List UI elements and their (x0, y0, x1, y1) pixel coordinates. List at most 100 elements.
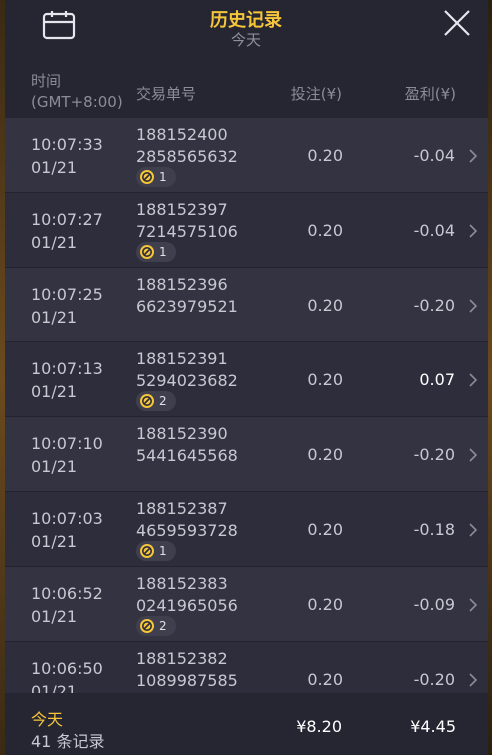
row-date-value: 01/21 (31, 681, 78, 693)
row-bet: 0.20 (307, 669, 343, 689)
row-time: 10:07:27 01/21 (31, 208, 103, 254)
row-order-line1: 188152387 (136, 498, 228, 518)
column-profit: 盈利(¥) (404, 85, 456, 103)
row-order-line2: 7214575106 (136, 221, 238, 241)
row-date-value: 01/21 (31, 307, 78, 327)
row-time-value: 10:07:27 (31, 209, 103, 229)
row-order-line2: 4659593728 (136, 520, 238, 540)
row-order-number: 188152387 4659593728 (136, 498, 238, 542)
row-date-value: 01/21 (31, 232, 78, 252)
row-time: 10:07:25 01/21 (31, 283, 103, 329)
row-order-number: 188152397 7214575106 (136, 199, 238, 243)
history-row[interactable]: 10:07:25 01/21 188152396 6623979521 0.20 -0.2… (0, 267, 492, 343)
column-order: 交易单号 (136, 85, 197, 103)
free-spin-badge: 1 (136, 167, 176, 187)
row-profit: -0.18 (413, 519, 455, 539)
row-date-value: 01/21 (31, 158, 78, 177)
row-bet: 0.20 (307, 445, 343, 465)
history-row[interactable]: 10:07:27 01/21 188152397 7214575106 1 0.20 -0.… (0, 192, 492, 268)
row-profit: -0.04 (413, 220, 455, 240)
row-time-value: 10:07:10 (31, 434, 103, 454)
row-order-number: 188152382 1089987585 (136, 648, 238, 692)
history-list[interactable]: 10:07:33 01/21 188152400 2858565632 1 0.20 -0.… (0, 118, 492, 693)
badge-count: 2 (159, 394, 167, 409)
row-order-line1: 188152383 (136, 573, 228, 593)
row-profit: -0.09 (413, 594, 455, 614)
history-row[interactable]: 10:07:10 01/21 188152390 5441645568 0.20 -0.2… (0, 417, 492, 492)
row-bet: 0.20 (307, 220, 343, 240)
row-bet: 0.20 (307, 146, 343, 165)
row-time: 10:07:13 01/21 (31, 357, 103, 403)
close-icon[interactable] (442, 8, 472, 38)
row-order-line2: 0241965056 (136, 595, 238, 615)
row-date-value: 01/21 (31, 606, 78, 626)
row-order-number: 188152391 5294023682 (136, 348, 238, 392)
history-row[interactable]: 10:07:33 01/21 188152400 2858565632 1 0.20 -0.… (0, 118, 492, 193)
badge-count: 1 (159, 170, 167, 184)
chevron-right-icon[interactable] (468, 523, 478, 537)
history-row[interactable]: 10:06:50 01/21 188152382 1089987585 0.20 -0.2… (0, 641, 492, 693)
total-bet: ¥8.20 (296, 717, 342, 736)
free-spin-badge: 2 (136, 391, 176, 412)
badge-count: 2 (159, 618, 167, 633)
spin-coin-icon (140, 543, 154, 558)
row-order-line1: 188152397 (136, 199, 228, 219)
row-time: 10:07:03 01/21 (31, 507, 103, 553)
chevron-right-icon[interactable] (468, 373, 478, 387)
chevron-right-icon[interactable] (468, 149, 478, 163)
spin-coin-icon (140, 394, 154, 409)
column-header: 时间 (GMT+8:00) 交易单号 投注(¥) 盈利(¥) (0, 66, 492, 118)
row-bet: 0.20 (307, 594, 343, 614)
column-timezone-label: (GMT+8:00) (31, 93, 123, 111)
column-time-label: 时间 (31, 72, 62, 90)
spin-coin-icon (140, 170, 154, 184)
row-order-line1: 188152391 (136, 349, 228, 369)
row-profit: -0.20 (413, 295, 455, 315)
title-bar: 历史记录 今天 (0, 0, 492, 66)
record-count: 41 条记录 (31, 732, 105, 751)
row-order-number: 188152383 0241965056 (136, 573, 238, 617)
chevron-right-icon[interactable] (468, 673, 478, 687)
row-profit: 0.07 (419, 370, 455, 390)
row-order-line2: 6623979521 (136, 296, 238, 316)
row-order-number: 188152396 6623979521 (136, 274, 238, 318)
row-profit: -0.04 (413, 146, 455, 165)
summary-footer: 今天 41 条记录 ¥8.20 ¥4.45 (0, 693, 492, 755)
row-time-value: 10:07:25 (31, 284, 103, 304)
row-order-number: 188152390 5441645568 (136, 423, 238, 467)
row-order-line2: 1089987585 (136, 670, 238, 690)
row-order-number: 188152400 2858565632 (136, 124, 238, 168)
total-profit: ¥4.45 (410, 717, 456, 736)
column-time: 时间 (GMT+8:00) (31, 71, 123, 113)
history-row[interactable]: 10:07:03 01/21 188152387 4659593728 1 0.20 -0.… (0, 491, 492, 567)
free-spin-badge: 1 (136, 540, 176, 561)
free-spin-badge: 1 (136, 241, 176, 262)
spin-coin-icon (140, 618, 154, 633)
chevron-right-icon[interactable] (468, 448, 478, 462)
left-edge-decoration (0, 0, 5, 755)
row-time-value: 10:06:52 (31, 583, 103, 603)
footer-today-label: 今天 (31, 710, 64, 729)
row-time-value: 10:07:33 (31, 135, 103, 154)
row-time: 10:07:10 01/21 (31, 432, 103, 478)
row-time-value: 10:07:03 (31, 508, 103, 528)
row-order-line1: 188152382 (136, 648, 228, 668)
row-time: 10:07:33 01/21 (31, 133, 103, 179)
row-time-value: 10:06:50 (31, 658, 103, 678)
row-profit: -0.20 (413, 669, 455, 689)
row-date-value: 01/21 (31, 531, 78, 551)
chevron-right-icon[interactable] (468, 224, 478, 238)
history-row[interactable]: 10:07:13 01/21 188152391 5294023682 2 0.20 0.0… (0, 342, 492, 418)
row-order-line2: 5441645568 (136, 446, 238, 466)
row-time-value: 10:07:13 (31, 359, 103, 379)
history-row[interactable]: 10:06:52 01/21 188152383 0241965056 2 0.20 -0.… (0, 566, 492, 642)
row-order-line2: 2858565632 (136, 147, 238, 166)
right-edge-decoration (488, 0, 492, 755)
row-order-line1: 188152400 (136, 125, 228, 144)
row-bet: 0.20 (307, 295, 343, 315)
chevron-right-icon[interactable] (468, 299, 478, 313)
row-order-line2: 5294023682 (136, 371, 238, 391)
chevron-right-icon[interactable] (468, 598, 478, 612)
page-subtitle: 今天 (230, 31, 261, 49)
row-time: 10:06:52 01/21 (31, 582, 103, 628)
